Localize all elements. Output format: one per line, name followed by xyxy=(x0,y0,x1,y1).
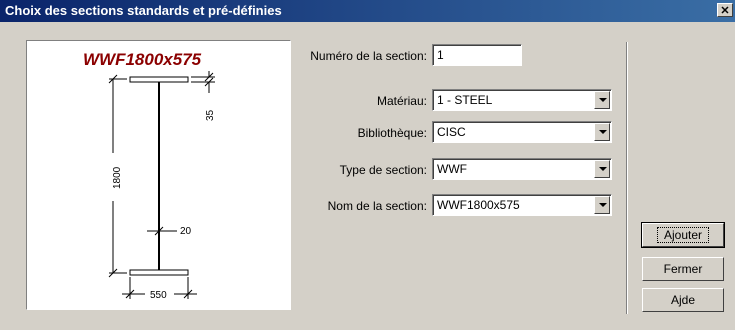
close-button[interactable]: ✕ xyxy=(717,3,733,17)
nom-value: WWF1800x575 xyxy=(437,198,520,212)
web-thickness-dimension xyxy=(147,226,177,236)
chevron-down-icon[interactable] xyxy=(594,91,610,109)
close-icon: ✕ xyxy=(720,5,730,17)
bibliotheque-label: Bibliothèque: xyxy=(357,126,427,140)
numero-input[interactable]: 1 xyxy=(432,44,522,66)
type-label: Type de section: xyxy=(339,163,427,177)
width-label: 550 xyxy=(150,290,167,301)
numero-label: Numéro de la section: xyxy=(310,49,427,63)
web-thickness-label: 20 xyxy=(180,226,192,237)
materiau-select[interactable]: 1 - STEEL xyxy=(432,89,612,111)
chevron-down-icon[interactable] xyxy=(594,196,610,214)
numero-value: 1 xyxy=(437,48,444,62)
flange-thickness-label: 35 xyxy=(205,109,216,121)
aide-label: Ajde xyxy=(670,293,696,307)
height-label: 1800 xyxy=(112,166,123,189)
ajouter-button[interactable]: Ajouter xyxy=(641,222,725,248)
chevron-down-icon[interactable] xyxy=(594,160,610,178)
top-flange xyxy=(129,76,189,83)
materiau-value: 1 - STEEL xyxy=(437,93,493,107)
type-select[interactable]: WWF xyxy=(432,158,612,180)
chevron-down-icon[interactable] xyxy=(594,123,610,141)
nom-select[interactable]: WWF1800x575 xyxy=(432,194,612,216)
vertical-separator xyxy=(626,42,628,314)
bibliotheque-select[interactable]: CISC xyxy=(432,121,612,143)
ajouter-label: Ajouter xyxy=(656,227,710,243)
type-value: WWF xyxy=(437,162,467,176)
bibliotheque-value: CISC xyxy=(437,125,466,139)
title-bar: Choix des sections standards et pré-défi… xyxy=(0,0,735,22)
nom-label: Nom de la section: xyxy=(327,199,427,213)
bottom-flange xyxy=(129,269,189,276)
fermer-label: Fermer xyxy=(663,262,703,276)
fermer-button[interactable]: Fermer xyxy=(642,257,724,281)
materiau-label: Matériau: xyxy=(376,94,427,108)
flange-thickness-dimension xyxy=(191,71,215,93)
aide-button[interactable]: Ajde xyxy=(642,288,724,312)
section-title: WWF1800x575 xyxy=(83,50,202,69)
window-title: Choix des sections standards et pré-défi… xyxy=(5,3,282,18)
